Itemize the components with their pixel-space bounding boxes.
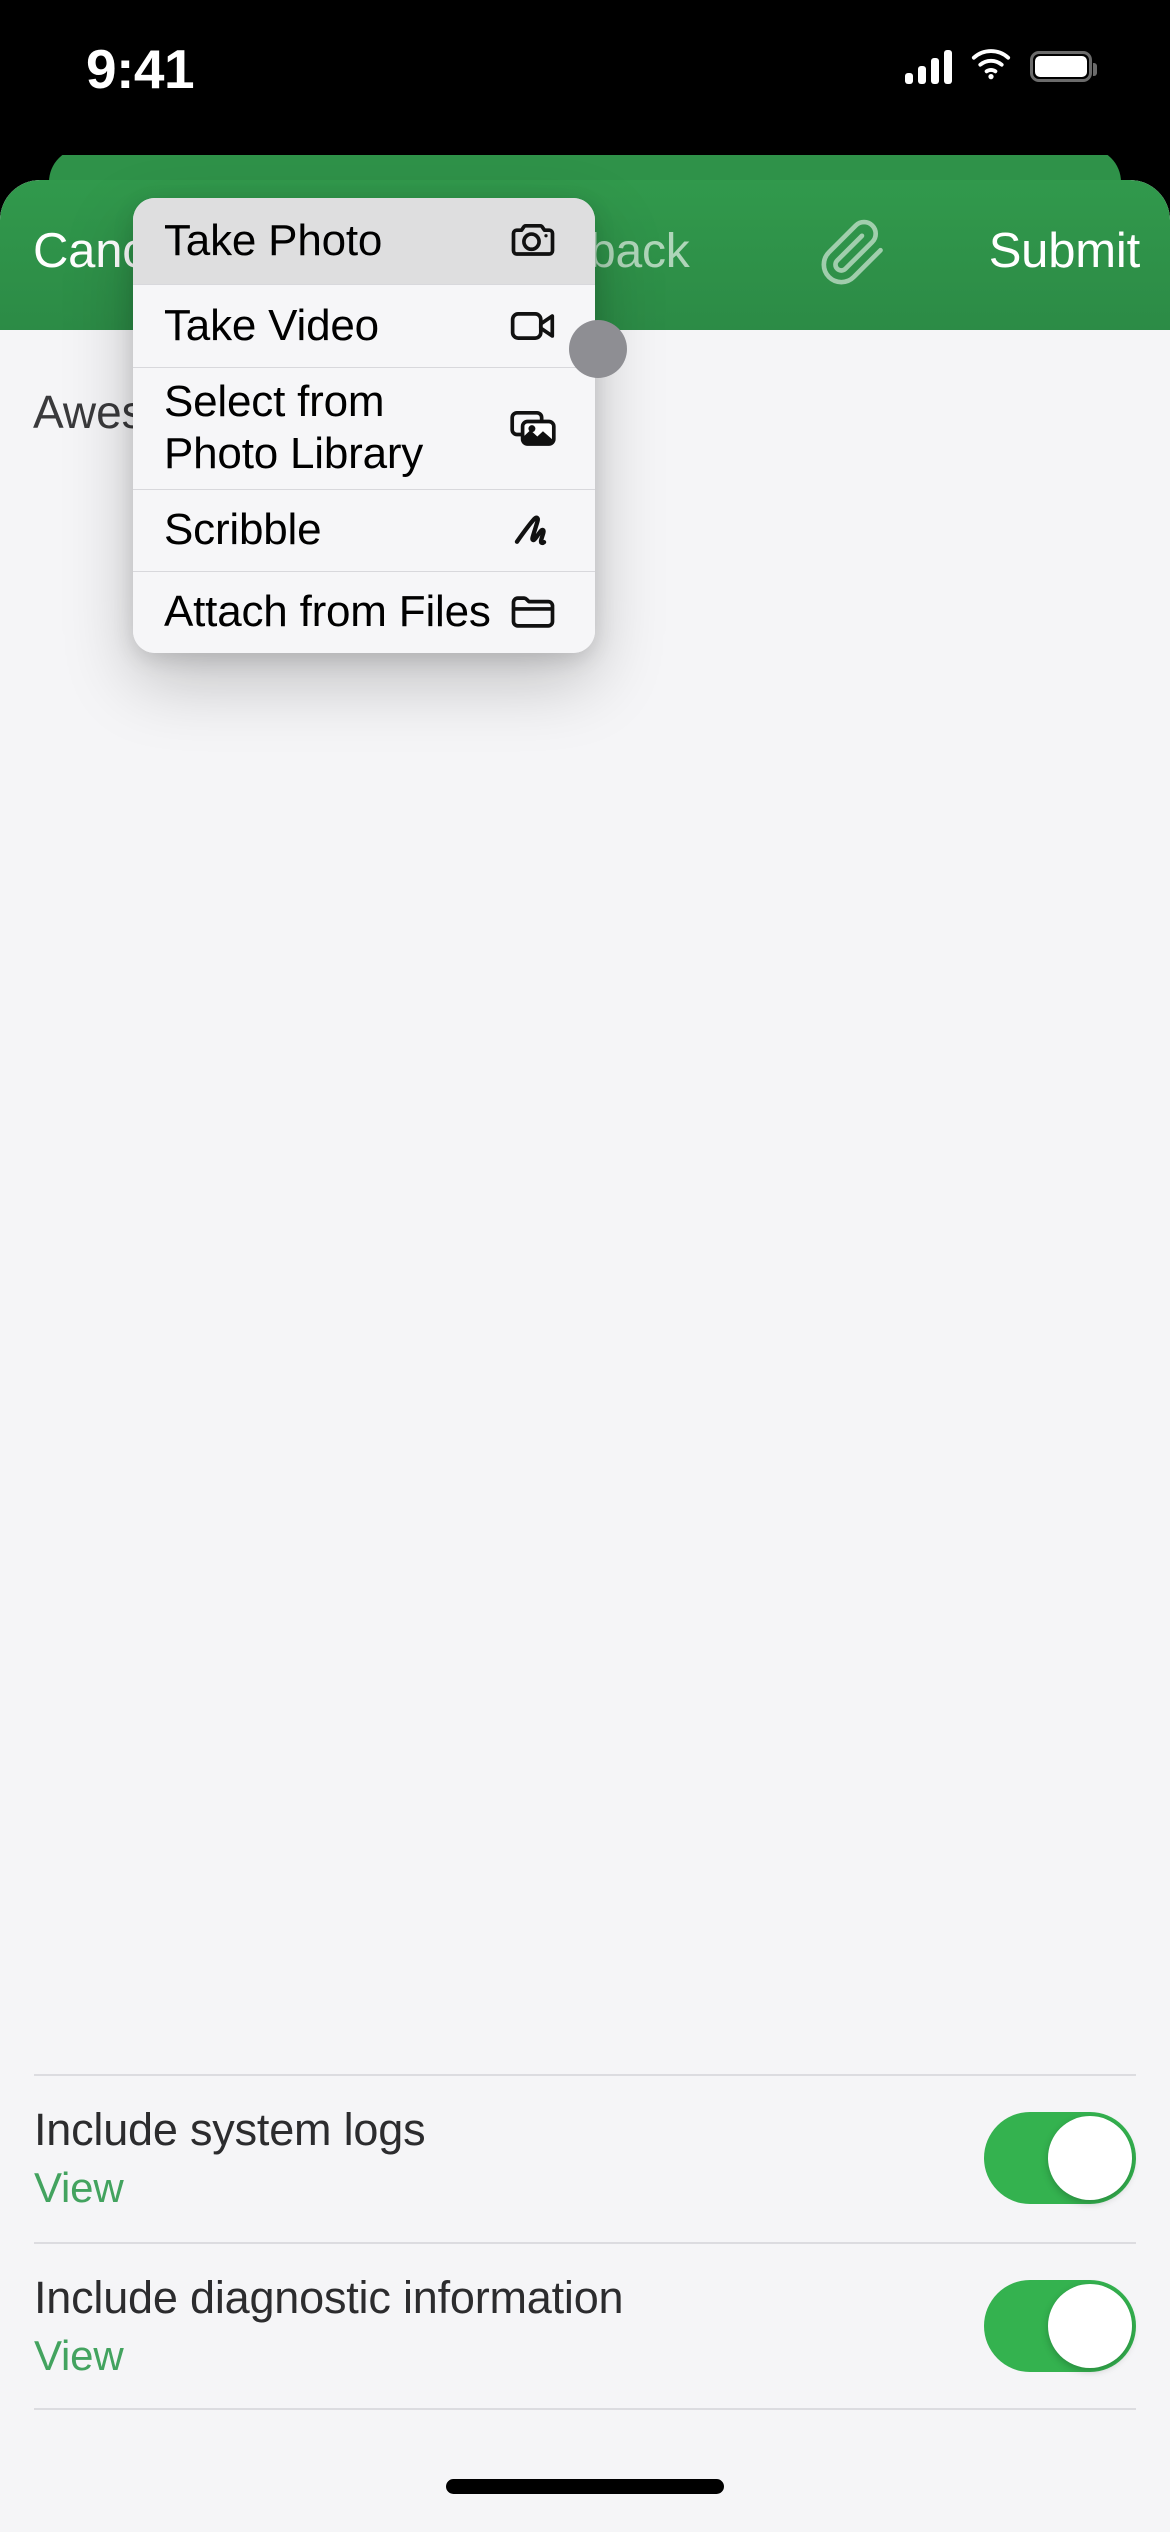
touch-point-indicator	[569, 320, 627, 378]
menu-item-label: Take Video	[164, 300, 379, 350]
paperclip-icon[interactable]	[818, 218, 888, 288]
option-row-system-logs: Include system logs View	[0, 2074, 1170, 2242]
view-link-diagnostics[interactable]: View	[34, 2332, 623, 2380]
camera-icon	[505, 213, 561, 269]
menu-item-take-photo[interactable]: Take Photo	[133, 198, 595, 284]
menu-item-label: Select from Photo Library	[164, 377, 424, 478]
cellular-bars-icon	[905, 49, 952, 84]
attachment-menu[interactable]: Take Photo Take Video Select from Photo …	[133, 198, 595, 653]
option-row-diagnostics: Include diagnostic information View	[0, 2242, 1170, 2410]
photo-stack-icon	[505, 400, 561, 456]
menu-item-scribble[interactable]: Scribble	[133, 489, 595, 571]
wifi-icon	[970, 48, 1012, 85]
toggle-knob	[1048, 2284, 1132, 2368]
menu-item-label: Scribble	[164, 505, 322, 555]
toggle-diagnostics[interactable]	[984, 2280, 1136, 2372]
submit-button[interactable]: Submit	[989, 223, 1141, 279]
menu-item-label: Take Photo	[164, 216, 383, 266]
menu-item-label: Attach from Files	[164, 587, 491, 637]
options-section: Include system logs View Include diagnos…	[0, 2074, 1170, 2410]
battery-full-icon	[1030, 51, 1097, 82]
home-indicator	[446, 2479, 724, 2494]
scribble-icon	[505, 502, 561, 558]
option-title: Include system logs	[34, 2104, 426, 2155]
option-text-group: Include system logs View	[34, 2104, 426, 2212]
phone-screen: Cancel Feedback Submit Awesome Include s…	[0, 0, 1170, 2532]
menu-item-take-video[interactable]: Take Video	[133, 284, 595, 367]
option-text-group: Include diagnostic information View	[34, 2272, 624, 2380]
folder-icon	[505, 584, 561, 640]
menu-item-attach-from-files[interactable]: Attach from Files	[133, 571, 595, 653]
video-camera-icon	[505, 298, 561, 354]
status-time: 9:41	[86, 38, 195, 100]
toggle-system-logs[interactable]	[984, 2112, 1136, 2204]
menu-item-select-from-photo-library[interactable]: Select from Photo Library	[133, 367, 595, 489]
option-title: Include diagnostic information	[34, 2272, 624, 2323]
toggle-knob	[1048, 2116, 1132, 2200]
status-indicators	[905, 48, 1097, 85]
status-bar: 9:41	[0, 0, 1170, 155]
view-link-system-logs[interactable]: View	[34, 2164, 425, 2212]
